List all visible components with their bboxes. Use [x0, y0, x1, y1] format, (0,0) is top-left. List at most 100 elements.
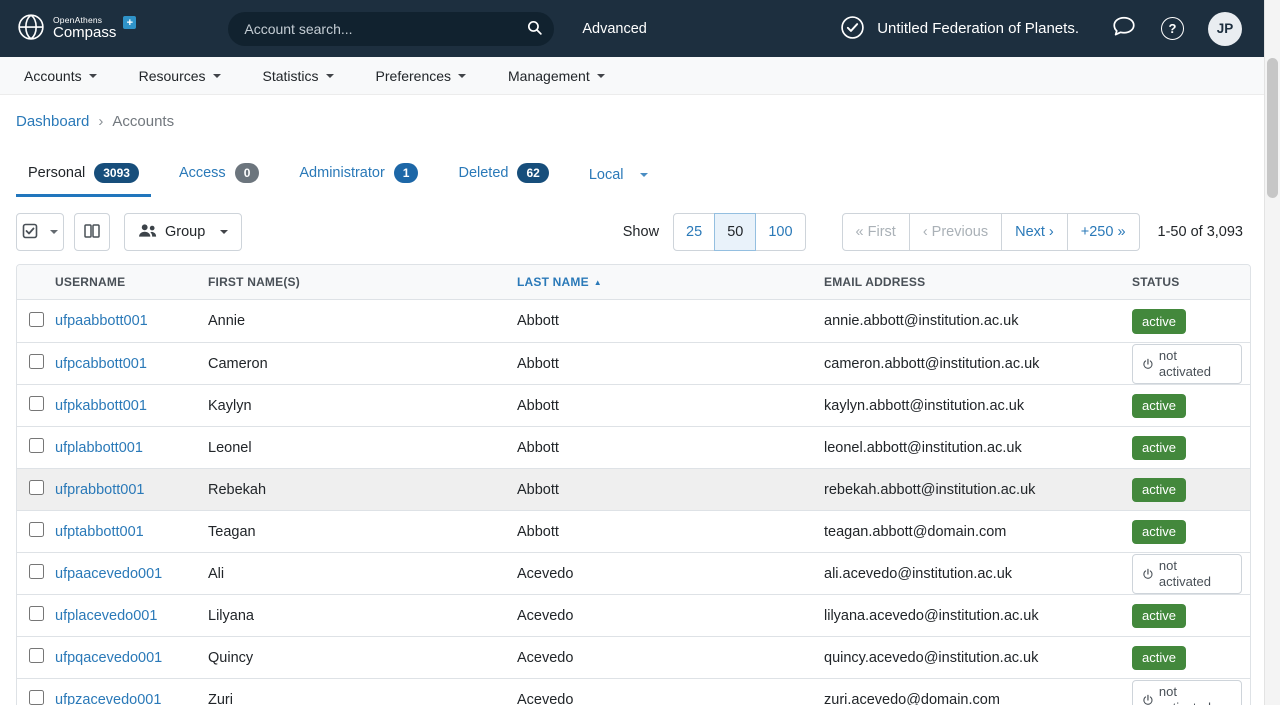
status-badge: active — [1132, 394, 1186, 419]
row-checkbox[interactable] — [29, 606, 44, 621]
menu-preferences[interactable]: Preferences — [376, 68, 466, 84]
username-link[interactable]: ufpkabbott001 — [55, 398, 147, 414]
pager-next-button[interactable]: Next › — [1001, 213, 1068, 251]
username-cell: ufpaabbott001 — [55, 300, 208, 342]
help-button[interactable]: ? — [1161, 17, 1184, 40]
pager-previous-button[interactable]: ‹ Previous — [909, 213, 1002, 251]
table-row: ufpaabbott001 Annie Abbott annie.abbott@… — [17, 300, 1250, 342]
email-cell: annie.abbott@institution.ac.uk — [824, 300, 1132, 342]
status-cell: not activated — [1132, 342, 1250, 384]
status-cell: not activated — [1132, 552, 1250, 594]
first-name-cell: Lilyana — [208, 594, 517, 636]
tab-local[interactable]: Local — [577, 158, 660, 197]
group-dropdown-button[interactable]: Group — [124, 213, 242, 251]
table-row: ufptabbott001 Teagan Abbott teagan.abbot… — [17, 510, 1250, 552]
menu-management[interactable]: Management — [508, 68, 605, 84]
checkbox-cell — [17, 636, 55, 678]
globe-logo-icon — [16, 12, 46, 45]
tab-label: Deleted — [458, 165, 508, 181]
menu-label: Preferences — [376, 68, 451, 84]
username-link[interactable]: ufplabbott001 — [55, 440, 143, 456]
caret-down-icon — [640, 173, 648, 177]
status-check-button[interactable] — [840, 15, 865, 43]
row-checkbox[interactable] — [29, 480, 44, 495]
tab-label: Local — [589, 167, 624, 183]
menu-label: Resources — [139, 68, 206, 84]
toolbar: Group Show 25 50 100 « First ‹ Previous … — [0, 213, 1264, 251]
status-badge: not activated — [1132, 680, 1242, 705]
username-cell: ufplabbott001 — [55, 426, 208, 468]
chat-bubble-icon — [1111, 15, 1137, 42]
user-avatar[interactable]: JP — [1208, 12, 1242, 46]
username-link[interactable]: ufpaabbott001 — [55, 313, 148, 329]
username-cell: ufprabbott001 — [55, 468, 208, 510]
logo-brand-bottom: Compass — [53, 25, 116, 42]
last-name-cell: Acevedo — [517, 636, 824, 678]
caret-down-icon — [458, 74, 466, 78]
table-header-row: USERNAME FIRST NAME(S) LAST NAME▲ EMAIL … — [17, 265, 1250, 300]
username-cell: ufpaacevedo001 — [55, 552, 208, 594]
group-people-icon — [138, 223, 157, 242]
checkbox-cell — [17, 594, 55, 636]
tab-personal[interactable]: Personal 3093 — [16, 154, 151, 197]
header-status[interactable]: STATUS — [1132, 265, 1250, 300]
chevron-right-icon: › — [98, 113, 103, 130]
username-link[interactable]: ufplacevedo001 — [55, 608, 157, 624]
account-search-input[interactable] — [228, 12, 554, 46]
username-link[interactable]: ufpcabbott001 — [55, 356, 147, 372]
accounts-table-wrap: USERNAME FIRST NAME(S) LAST NAME▲ EMAIL … — [16, 264, 1251, 705]
columns-button[interactable] — [74, 213, 110, 251]
pager-jump-250-button[interactable]: +250 » — [1067, 213, 1140, 251]
menu-statistics[interactable]: Statistics — [263, 68, 334, 84]
header-first-name[interactable]: FIRST NAME(S) — [208, 265, 517, 300]
header-last-name[interactable]: LAST NAME▲ — [517, 265, 824, 300]
vertical-scrollbar[interactable] — [1264, 0, 1280, 705]
username-cell: ufpcabbott001 — [55, 342, 208, 384]
username-link[interactable]: ufpqacevedo001 — [55, 650, 162, 666]
checkbox-cell — [17, 384, 55, 426]
search-button[interactable] — [520, 16, 548, 42]
status-badge: active — [1132, 436, 1186, 461]
header-username[interactable]: USERNAME — [55, 265, 208, 300]
tab-access[interactable]: Access 0 — [167, 154, 271, 197]
menu-resources[interactable]: Resources — [139, 68, 221, 84]
header-email[interactable]: EMAIL ADDRESS — [824, 265, 1132, 300]
page-size-button-50[interactable]: 50 — [714, 213, 756, 251]
scrollbar-thumb[interactable] — [1267, 58, 1278, 198]
first-name-cell: Kaylyn — [208, 384, 517, 426]
pager-first-button[interactable]: « First — [842, 213, 910, 251]
username-link[interactable]: ufpaacevedo001 — [55, 566, 162, 582]
row-checkbox[interactable] — [29, 438, 44, 453]
username-link[interactable]: ufpzacevedo001 — [55, 692, 161, 705]
page-size-button-100[interactable]: 100 — [755, 213, 805, 251]
username-link[interactable]: ufptabbott001 — [55, 524, 144, 540]
select-all-dropdown-button[interactable] — [16, 213, 64, 251]
menu-accounts[interactable]: Accounts — [24, 68, 97, 84]
topbar-right: Untitled Federation of Planets. ? JP — [840, 12, 1242, 46]
advanced-search-link[interactable]: Advanced — [582, 21, 647, 37]
username-link[interactable]: ufprabbott001 — [55, 482, 145, 498]
header-label: LAST NAME — [517, 275, 589, 289]
row-checkbox[interactable] — [29, 354, 44, 369]
chat-button[interactable] — [1111, 15, 1137, 42]
username-cell: ufptabbott001 — [55, 510, 208, 552]
row-checkbox[interactable] — [29, 648, 44, 663]
status-text: active — [1142, 608, 1176, 624]
row-checkbox[interactable] — [29, 690, 44, 705]
status-text: active — [1142, 482, 1176, 498]
row-checkbox[interactable] — [29, 522, 44, 537]
row-checkbox[interactable] — [29, 564, 44, 579]
row-checkbox[interactable] — [29, 396, 44, 411]
row-checkbox[interactable] — [29, 312, 44, 327]
last-name-cell: Acevedo — [517, 678, 824, 705]
username-cell: ufplacevedo001 — [55, 594, 208, 636]
checkbox-cell — [17, 300, 55, 342]
last-name-cell: Abbott — [517, 426, 824, 468]
breadcrumb-dashboard-link[interactable]: Dashboard — [16, 113, 89, 130]
tab-deleted[interactable]: Deleted 62 — [446, 154, 560, 197]
status-text: not activated — [1159, 684, 1232, 705]
logo[interactable]: OpenAthens Compass + — [16, 12, 136, 45]
tab-administrator[interactable]: Administrator 1 — [287, 154, 430, 197]
show-label: Show — [623, 224, 659, 240]
page-size-button-25[interactable]: 25 — [673, 213, 715, 251]
